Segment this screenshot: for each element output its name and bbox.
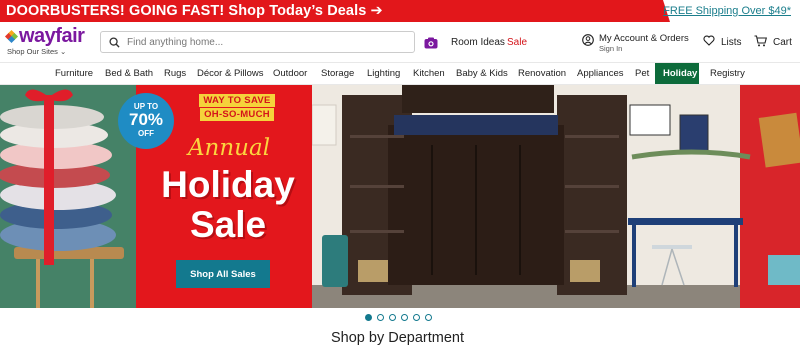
hero-sale-text: Sale <box>189 204 267 245</box>
camera-icon[interactable] <box>424 36 438 54</box>
category-nav: Furniture Bed & Bath Rugs Décor & Pillow… <box>0 62 800 85</box>
search-icon[interactable] <box>101 32 127 52</box>
badge-percent: 70% <box>128 110 164 129</box>
cart-button[interactable]: Cart <box>754 35 792 50</box>
ribbon-line-1: WAY TO SAVE <box>199 94 275 107</box>
promo-deals-link[interactable]: DOORBUSTERS! GOING FAST! Shop Today’s De… <box>6 3 383 19</box>
site-header: wayfair Shop Our Sites ⌄ Room Ideas Sale… <box>0 22 800 62</box>
nav-item-registry[interactable]: Registry <box>702 63 753 84</box>
carousel-dot-1[interactable] <box>365 314 372 321</box>
nav-item-furniture[interactable]: Furniture <box>47 63 101 84</box>
section-title: Shop by Department <box>331 330 464 346</box>
carousel-dot-3[interactable] <box>389 314 396 321</box>
hero-pillows-image <box>0 85 136 308</box>
nav-item-kitchen[interactable]: Kitchen <box>405 63 453 84</box>
account-title: My Account & Orders <box>599 33 689 44</box>
free-shipping-link[interactable]: FREE Shipping Over $49* <box>663 5 791 17</box>
sign-in-label: Sign In <box>599 44 623 53</box>
nav-item-storage[interactable]: Storage <box>313 63 362 84</box>
hero-holiday-text: Holiday <box>161 164 295 205</box>
carousel-dots <box>365 314 445 322</box>
shop-all-sales-button[interactable]: Shop All Sales <box>176 260 270 288</box>
room-ideas-link[interactable]: Room Ideas <box>451 37 505 48</box>
account-menu[interactable]: My Account & Orders Sign In <box>582 33 689 53</box>
nav-item-decor-pillows[interactable]: Décor & Pillows <box>189 63 272 84</box>
savings-ribbon: WAY TO SAVE OH-SO-MUCH <box>183 93 291 127</box>
hero-room-image <box>312 85 800 308</box>
carousel-dot-6[interactable] <box>425 314 432 321</box>
cart-label: Cart <box>773 37 792 48</box>
wayfair-logo[interactable]: wayfair <box>4 25 85 47</box>
promo-banner[interactable]: DOORBUSTERS! GOING FAST! Shop Today’s De… <box>0 0 800 22</box>
nav-item-outdoor[interactable]: Outdoor <box>265 63 315 84</box>
lists-button[interactable]: Lists <box>703 35 742 49</box>
cart-icon <box>754 35 768 50</box>
sale-link[interactable]: Sale <box>507 37 527 48</box>
nav-item-lighting[interactable]: Lighting <box>359 63 408 84</box>
nav-item-holiday[interactable]: Holiday <box>655 63 699 84</box>
user-icon <box>582 33 594 51</box>
search-input[interactable] <box>127 33 407 51</box>
heart-icon <box>703 35 715 49</box>
nav-item-pet[interactable]: Pet <box>627 63 657 84</box>
shop-our-sites-dropdown[interactable]: Shop Our Sites ⌄ <box>7 47 66 56</box>
hero-annual-text: Annual <box>187 135 271 161</box>
carousel-dot-4[interactable] <box>401 314 408 321</box>
nav-item-bed-bath[interactable]: Bed & Bath <box>97 63 161 84</box>
ribbon-line-2: OH-SO-MUCH <box>200 108 274 121</box>
logo-text: wayfair <box>19 25 85 47</box>
logo-mark-icon <box>4 29 19 43</box>
carousel-dot-2[interactable] <box>377 314 384 321</box>
nav-item-baby-kids[interactable]: Baby & Kids <box>448 63 516 84</box>
carousel-dot-5[interactable] <box>413 314 420 321</box>
lists-label: Lists <box>721 36 742 48</box>
nav-item-renovation[interactable]: Renovation <box>510 63 574 84</box>
search-bar <box>100 31 415 53</box>
hero-carousel[interactable]: UP TO 70% OFF WAY TO SAVE OH-SO-MUCH Ann… <box>0 85 800 308</box>
nav-item-appliances[interactable]: Appliances <box>569 63 631 84</box>
